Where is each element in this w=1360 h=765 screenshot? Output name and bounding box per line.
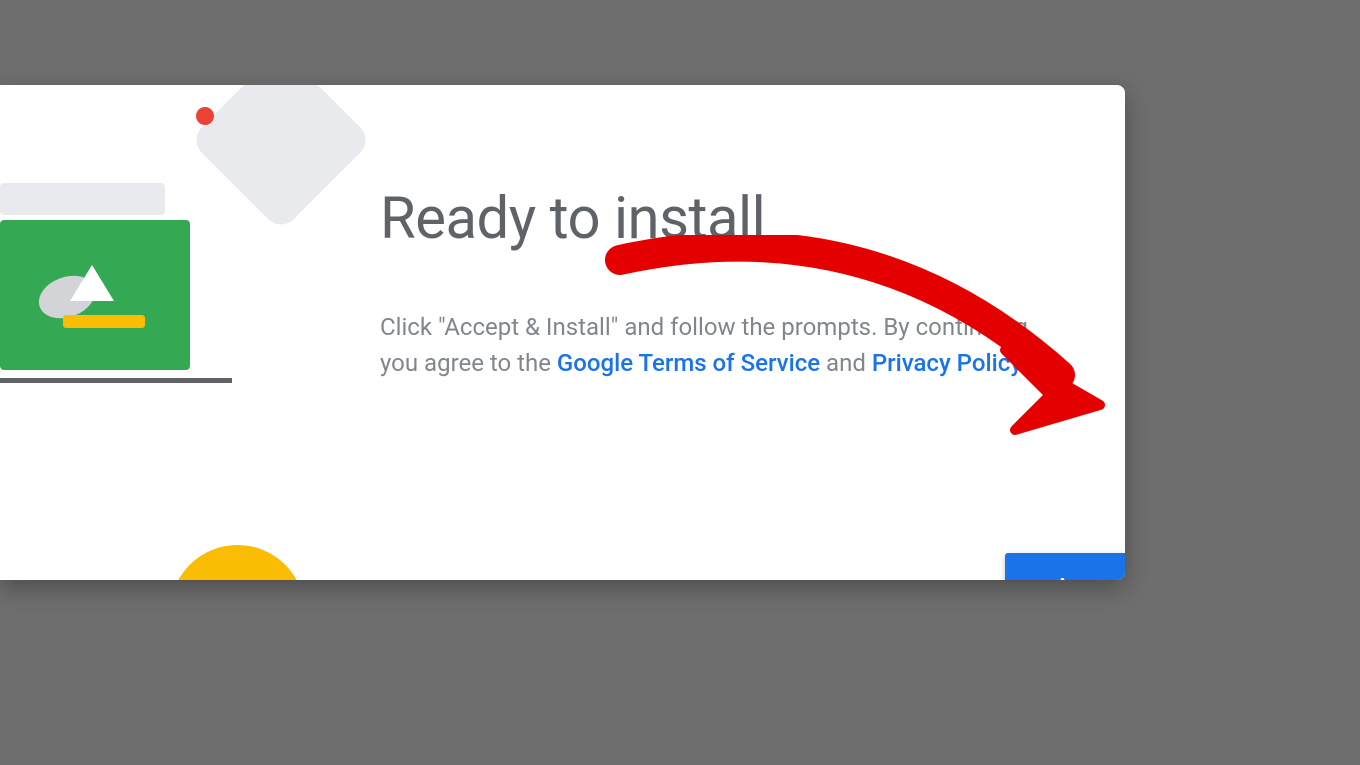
red-dot-icon — [196, 107, 214, 125]
dialog-title: Ready to install — [380, 185, 1075, 253]
illustration — [0, 85, 320, 580]
yellow-bar-shape — [63, 315, 145, 328]
dark-line-shape — [0, 378, 232, 383]
gray-square-shape — [189, 85, 373, 232]
accept-install-button[interactable]: Accept & Install — [1005, 553, 1125, 580]
install-dialog: Ready to install Click "Accept & Install… — [0, 85, 1125, 580]
desc-and: and — [820, 349, 872, 377]
dialog-content: Ready to install Click "Accept & Install… — [380, 185, 1075, 381]
gray-bar-shape — [0, 183, 165, 215]
white-triangle-icon — [70, 265, 114, 301]
desc-suffix: . — [1022, 349, 1028, 377]
dialog-description: Click "Accept & Install" and follow the … — [380, 309, 1075, 381]
privacy-policy-link[interactable]: Privacy Policy — [872, 349, 1022, 377]
terms-of-service-link[interactable]: Google Terms of Service — [557, 349, 820, 377]
yellow-circle-shape — [170, 545, 305, 580]
